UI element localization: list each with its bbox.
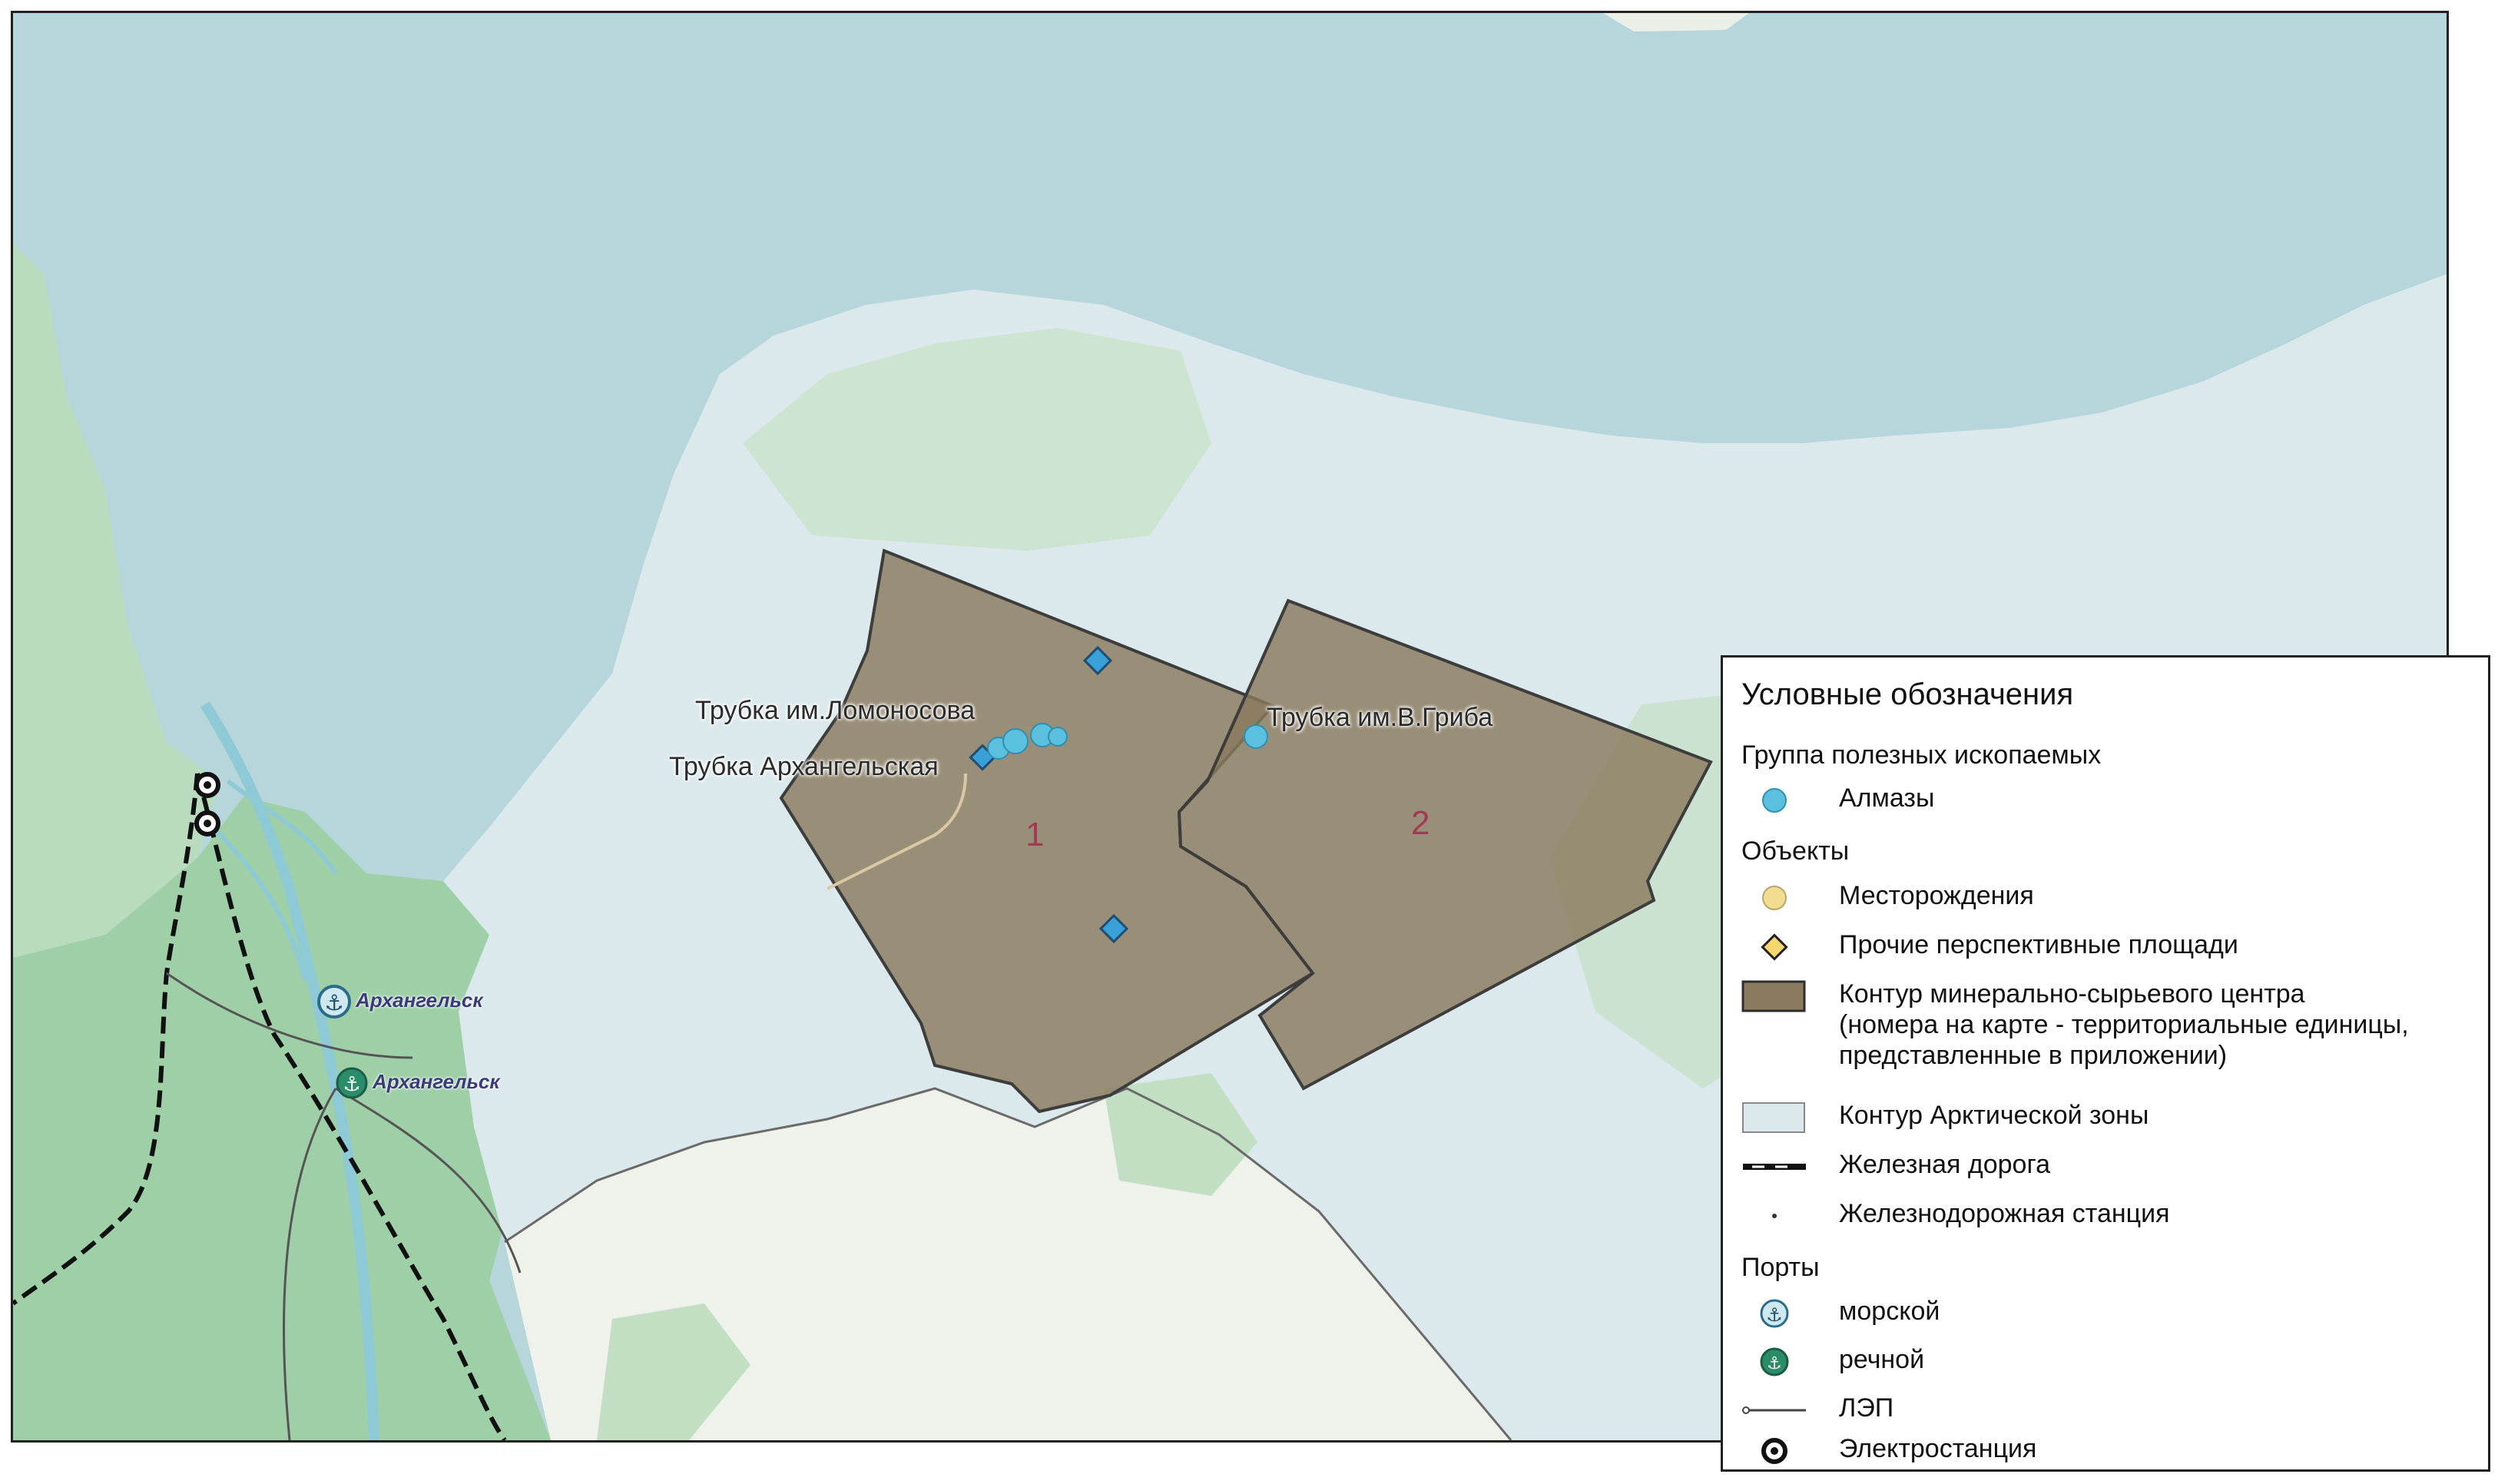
river-port-icon: ⚓ xyxy=(336,1067,368,1099)
legend-group-objects: Объекты xyxy=(1741,836,1850,866)
legend-label: ЛЭП xyxy=(1839,1393,1894,1423)
deposit-icon xyxy=(1762,886,1787,910)
legend-label: Контур минерально-сырьевого центра xyxy=(1839,979,2305,1009)
city-label-sea-port: Архангельск xyxy=(356,989,483,1012)
legend-label: Прочие перспективные площади xyxy=(1839,930,2238,959)
svg-text:⚓: ⚓ xyxy=(1766,1304,1783,1326)
legend-label: представленные в приложении) xyxy=(1839,1041,2228,1070)
legend-label: Железнодорожная станция xyxy=(1839,1199,2170,1228)
city-label-river-port: Архангельск xyxy=(373,1070,500,1093)
prospect-area-icon xyxy=(1761,933,1788,961)
svg-text:⚓: ⚓ xyxy=(1767,1354,1782,1373)
label-griba-pipe: Трубка им.В.Гриба xyxy=(1267,703,1493,732)
power-plant-icon xyxy=(1761,1438,1787,1464)
legend-label: (номера на карте - территориальные едини… xyxy=(1839,1010,2409,1039)
station-icon xyxy=(1772,1214,1777,1218)
legend-label: Месторождения xyxy=(1839,881,2034,910)
svg-text:⚓: ⚓ xyxy=(343,1073,360,1096)
label-arkhangelskaya-pipe: Трубка Архангельская xyxy=(669,752,939,781)
power-line-icon xyxy=(1742,1406,1806,1414)
legend-group-minerals: Группа полезных ископаемых xyxy=(1741,740,2102,770)
legend-group-ports: Порты xyxy=(1741,1253,1820,1282)
diamond-pipe-marker xyxy=(1244,724,1268,749)
diamond-deposit-icon xyxy=(1762,788,1787,813)
sea-port-icon: ⚓ xyxy=(1760,1299,1789,1328)
railway-icon xyxy=(1743,1164,1806,1170)
legend-title: Условные обозначения xyxy=(1741,677,2074,711)
svg-text:⚓: ⚓ xyxy=(324,990,343,1015)
unit-number-1: 1 xyxy=(1025,816,1045,853)
legend-label: Контур Арктической зоны xyxy=(1839,1101,2149,1130)
arctic-zone-swatch-icon xyxy=(1742,1102,1805,1133)
mineral-center-swatch-icon xyxy=(1741,980,1806,1012)
legend-label: Алмазы xyxy=(1839,783,1935,813)
unit-number-2: 2 xyxy=(1411,804,1430,842)
label-lomonosov-pipe: Трубка им.Ломоносова xyxy=(695,696,976,725)
sea-port-icon: ⚓ xyxy=(317,985,351,1019)
legend-label: Электростанция xyxy=(1839,1434,2037,1463)
legend-label: Железная дорога xyxy=(1839,1150,2051,1179)
legend-label: морской xyxy=(1839,1297,1940,1326)
diamond-pipe-marker xyxy=(1002,728,1029,754)
legend-label: речной xyxy=(1839,1345,1925,1374)
map-legend: Условные обозначения Группа полезных иск… xyxy=(1721,655,2490,1472)
diamond-pipe-marker xyxy=(1048,727,1068,747)
river-port-icon: ⚓ xyxy=(1760,1347,1789,1376)
